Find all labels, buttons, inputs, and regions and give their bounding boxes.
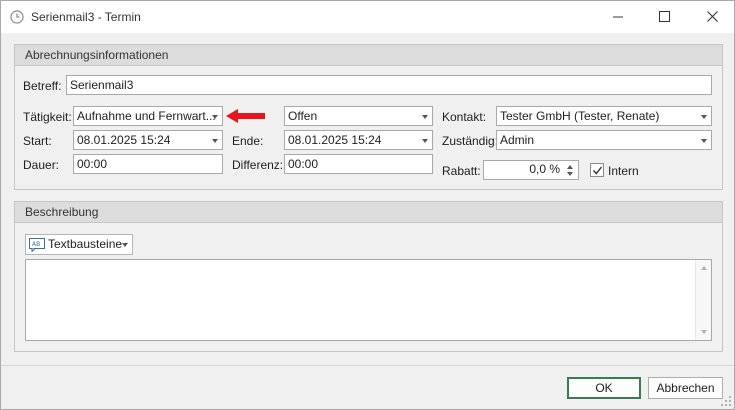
end-datetime-value: 08.01.2025 15:24 bbox=[288, 133, 382, 147]
billing-group-header: Abrechnungsinformationen bbox=[15, 45, 722, 66]
subject-input[interactable]: Serienmail3 bbox=[66, 75, 712, 95]
discount-label: Rabatt: bbox=[442, 164, 481, 178]
description-scrollbar[interactable] bbox=[695, 260, 711, 340]
chevron-down-icon bbox=[422, 115, 428, 119]
end-datetime-picker[interactable]: 08.01.2025 15:24 bbox=[284, 130, 433, 150]
difference-input[interactable]: 00:00 bbox=[284, 154, 433, 174]
internal-checkbox[interactable] bbox=[590, 163, 604, 177]
status-select-value: Offen bbox=[288, 109, 318, 123]
chevron-down-icon bbox=[212, 115, 218, 119]
responsible-label: Zuständig: bbox=[442, 134, 499, 148]
maximize-button[interactable] bbox=[641, 1, 687, 33]
chevron-down-icon bbox=[701, 115, 707, 119]
cancel-button[interactable]: Abbrechen bbox=[648, 377, 723, 399]
internal-label: Intern bbox=[608, 164, 639, 178]
start-datetime-value: 08.01.2025 15:24 bbox=[77, 133, 171, 147]
svg-text:AB: AB bbox=[32, 241, 40, 248]
activity-select[interactable]: Aufnahme und Fernwart... bbox=[73, 106, 223, 126]
chevron-down-icon bbox=[122, 243, 128, 247]
resize-grip-icon[interactable] bbox=[721, 396, 731, 406]
contact-label: Kontakt: bbox=[442, 110, 487, 124]
chevron-down-icon bbox=[212, 139, 218, 143]
contact-select-value: Tester GmbH (Tester, Renate) bbox=[500, 109, 660, 123]
clock-icon bbox=[10, 10, 24, 24]
status-select[interactable]: Offen bbox=[284, 106, 433, 126]
maximize-icon bbox=[659, 11, 670, 22]
chevron-down-icon bbox=[701, 139, 707, 143]
duration-label: Dauer: bbox=[23, 158, 60, 172]
checkmark-icon bbox=[592, 166, 603, 175]
textblocks-label: Textbausteine bbox=[48, 237, 123, 251]
window-title: Serienmail3 - Termin bbox=[31, 10, 141, 24]
duration-input[interactable]: 00:00 bbox=[73, 154, 223, 174]
activity-select-value: Aufnahme und Fernwart... bbox=[77, 109, 216, 123]
ok-button[interactable]: OK bbox=[567, 377, 641, 399]
difference-label: Differenz: bbox=[232, 158, 284, 172]
title-bar: Serienmail3 - Termin bbox=[1, 1, 734, 33]
discount-value: 0,0 % bbox=[529, 162, 560, 176]
end-label: Ende: bbox=[232, 134, 264, 148]
chevron-down-icon bbox=[422, 139, 428, 143]
subject-label: Betreff: bbox=[23, 79, 62, 93]
minimize-button[interactable] bbox=[595, 1, 641, 33]
scroll-down-icon[interactable] bbox=[701, 330, 707, 334]
description-textarea[interactable] bbox=[25, 259, 712, 341]
scroll-up-icon[interactable] bbox=[701, 266, 707, 270]
textblocks-dropdown-button[interactable]: AB Textbausteine bbox=[25, 234, 133, 255]
responsible-select-value: Admin bbox=[500, 133, 535, 147]
start-label: Start: bbox=[23, 134, 52, 148]
spin-up-icon[interactable] bbox=[567, 165, 573, 169]
start-datetime-picker[interactable]: 08.01.2025 15:24 bbox=[73, 130, 223, 150]
footer-divider bbox=[1, 365, 734, 366]
contact-select[interactable]: Tester GmbH (Tester, Renate) bbox=[496, 106, 712, 126]
dialog-window: Serienmail3 - Termin Abrechnungsinformat… bbox=[0, 0, 735, 410]
close-button[interactable] bbox=[689, 1, 735, 33]
description-group-header: Beschreibung bbox=[15, 202, 722, 223]
spin-down-icon[interactable] bbox=[567, 172, 573, 176]
red-arrow-annotation bbox=[226, 109, 265, 123]
discount-stepper[interactable]: 0,0 % bbox=[483, 160, 579, 180]
close-icon bbox=[707, 11, 718, 22]
minimize-icon bbox=[613, 16, 623, 18]
activity-label: Tätigkeit: bbox=[23, 110, 72, 124]
responsible-select[interactable]: Admin bbox=[496, 130, 712, 150]
text-snippet-icon: AB bbox=[29, 238, 45, 252]
